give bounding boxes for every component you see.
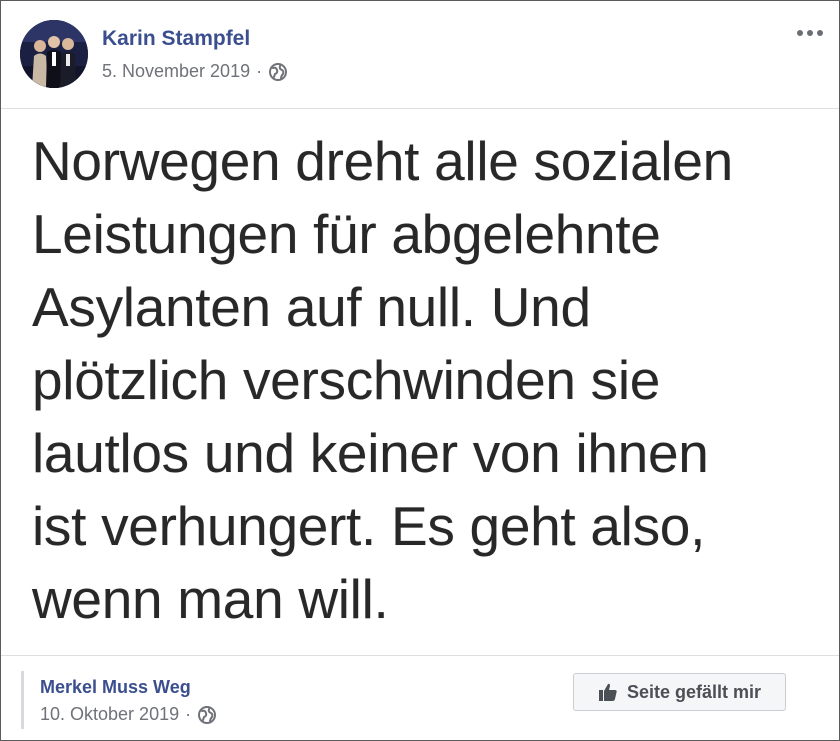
thumbs-up-icon	[598, 682, 618, 702]
avatar-photo	[20, 20, 88, 88]
like-button-label: Seite gefällt mir	[626, 681, 762, 702]
more-options-icon[interactable]	[793, 19, 827, 47]
shared-page-attribution: Merkel Muss Weg 10. Oktober 2019 · Seite…	[21, 671, 821, 731]
meta-separator: ·	[256, 61, 263, 81]
globe-icon[interactable]	[268, 62, 288, 82]
post-meta: 5. November 2019 ·	[102, 61, 288, 82]
post-text-line: plötzlich verschwinden sie	[32, 349, 661, 411]
shared-page-date[interactable]: 10. Oktober 2019	[40, 704, 179, 725]
post-text-line: Norwegen dreht alle sozialen	[32, 130, 733, 192]
author-name[interactable]: Karin Stampfel	[102, 27, 250, 51]
header-divider	[1, 108, 839, 109]
shared-page-name[interactable]: Merkel Muss Weg	[40, 677, 191, 698]
post-text-line: lautlos und keiner von ihnen	[32, 422, 709, 484]
post-header: Karin Stampfel 5. November 2019 ·	[1, 1, 839, 109]
globe-icon[interactable]	[197, 705, 217, 725]
shared-page-meta: 10. Oktober 2019 ·	[40, 704, 217, 725]
post-text-line: Asylanten auf null. Und	[32, 276, 591, 338]
like-page-button[interactable]: Seite gefällt mir	[573, 673, 786, 711]
post-card: Karin Stampfel 5. November 2019 · Norweg…	[0, 0, 840, 741]
quote-bar	[21, 671, 24, 729]
footer-divider	[1, 655, 839, 656]
meta-separator: ·	[185, 704, 192, 724]
post-text-line: ist verhungert. Es geht also,	[32, 495, 706, 557]
post-date[interactable]: 5. November 2019	[102, 61, 250, 82]
post-body-text: Norwegen dreht alle sozialen Leistungen …	[32, 125, 822, 636]
post-text-line: wenn man will.	[32, 568, 389, 630]
author-avatar[interactable]	[20, 20, 88, 88]
post-text-line: Leistungen für abgelehnte	[32, 203, 661, 265]
